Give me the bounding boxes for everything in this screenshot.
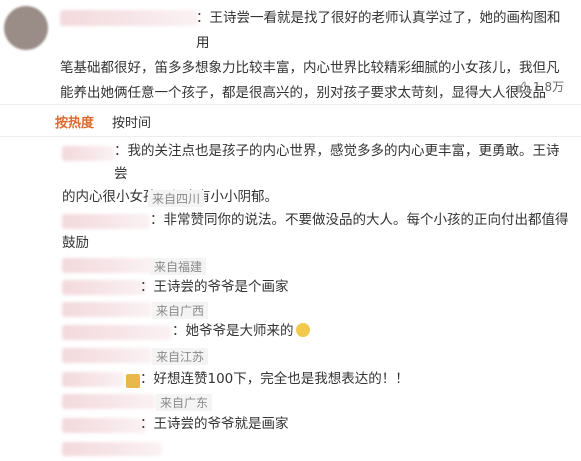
like-count: 1.8万 xyxy=(533,80,565,94)
comment-6-line-1: ：王诗尝的爷爷就是画家 xyxy=(140,416,289,432)
reply-username-redacted xyxy=(62,302,152,317)
comment-3: ：王诗尝的爷爷是个画家 xyxy=(140,276,560,299)
comment-1-location: 来自四川 xyxy=(148,190,205,207)
comment-4: ：她爷爷是大师来的 xyxy=(172,320,562,343)
reply-username-redacted xyxy=(62,258,154,273)
sort-bar: 按热度 按时间 xyxy=(55,112,151,131)
reply-username-redacted xyxy=(62,442,162,456)
post-line-2: 笔基础都很好，笛多多想象力比较丰富，内心世界比较精彩细腻的小女孩儿，我但凡 xyxy=(60,60,560,76)
comment-5-line-1: ：好想连赞100下，完全也是我想表达的！！ xyxy=(140,371,409,387)
comment-3-location: 来自广西 xyxy=(152,302,209,319)
comment-username-redacted xyxy=(62,280,146,295)
comment-1: ：我的关注点也是孩子的内心世界，感觉多多的内心更丰富，更勇敢。王诗尝 的内心很小… xyxy=(62,140,572,209)
comment-username-redacted xyxy=(62,372,124,387)
like-button[interactable]: 1.8万 xyxy=(517,78,564,95)
comment-1-line-2: 的内心很小女孩，但也有小小阴郁。 xyxy=(62,186,572,209)
comment-username-redacted xyxy=(62,418,146,433)
crown-badge-icon xyxy=(126,374,140,388)
reply-username-redacted xyxy=(62,394,156,409)
comment-3-line-1: ：王诗尝的爷爷是个画家 xyxy=(140,279,289,295)
comment-username-redacted xyxy=(62,325,172,340)
post-text: ：王诗尝一看就是找了很好的老师认真学过了，她的画构图和用 笔基础都很好，笛多多想… xyxy=(60,6,565,106)
comment-4-line-1: ：她爷爷是大师来的 xyxy=(172,323,294,339)
comment-2-line-2: 鼓励 xyxy=(62,235,89,251)
comment-5: ：好想连赞100下，完全也是我想表达的！！ xyxy=(140,368,570,391)
sort-by-hot-tab[interactable]: 按热度 xyxy=(55,112,94,131)
comment-5-location: 来自广东 xyxy=(156,394,213,411)
avatar[interactable] xyxy=(4,6,48,50)
post-line-3: 能养出她俩任意一个孩子，都是很高兴的，别对孩子要求太苛刻，显得大人很没品 xyxy=(60,85,546,101)
comment-1-line-1: ：我的关注点也是孩子的内心世界，感觉多多的内心更丰富，更勇敢。王诗尝 xyxy=(114,143,560,182)
laugh-emoji-icon xyxy=(295,323,310,337)
comment-4-location: 来自江苏 xyxy=(152,348,209,365)
divider xyxy=(0,104,581,105)
post-line-1: ：王诗尝一看就是找了很好的老师认真学过了，她的画构图和用 xyxy=(196,10,561,51)
thumbs-up-icon xyxy=(517,80,529,92)
sort-by-time-tab[interactable]: 按时间 xyxy=(112,112,151,131)
comment-6: ：王诗尝的爷爷就是画家 xyxy=(140,413,560,436)
comment-2-location: 来自福建 xyxy=(150,258,207,275)
reply-username-redacted xyxy=(62,348,152,363)
comment-2: ：非常赞同你的说法。不要做没品的大人。每个小孩的正向付出都值得 鼓励 xyxy=(62,209,572,255)
divider xyxy=(0,136,581,137)
comment-2-line-1: ：非常赞同你的说法。不要做没品的大人。每个小孩的正向付出都值得 xyxy=(150,212,569,228)
